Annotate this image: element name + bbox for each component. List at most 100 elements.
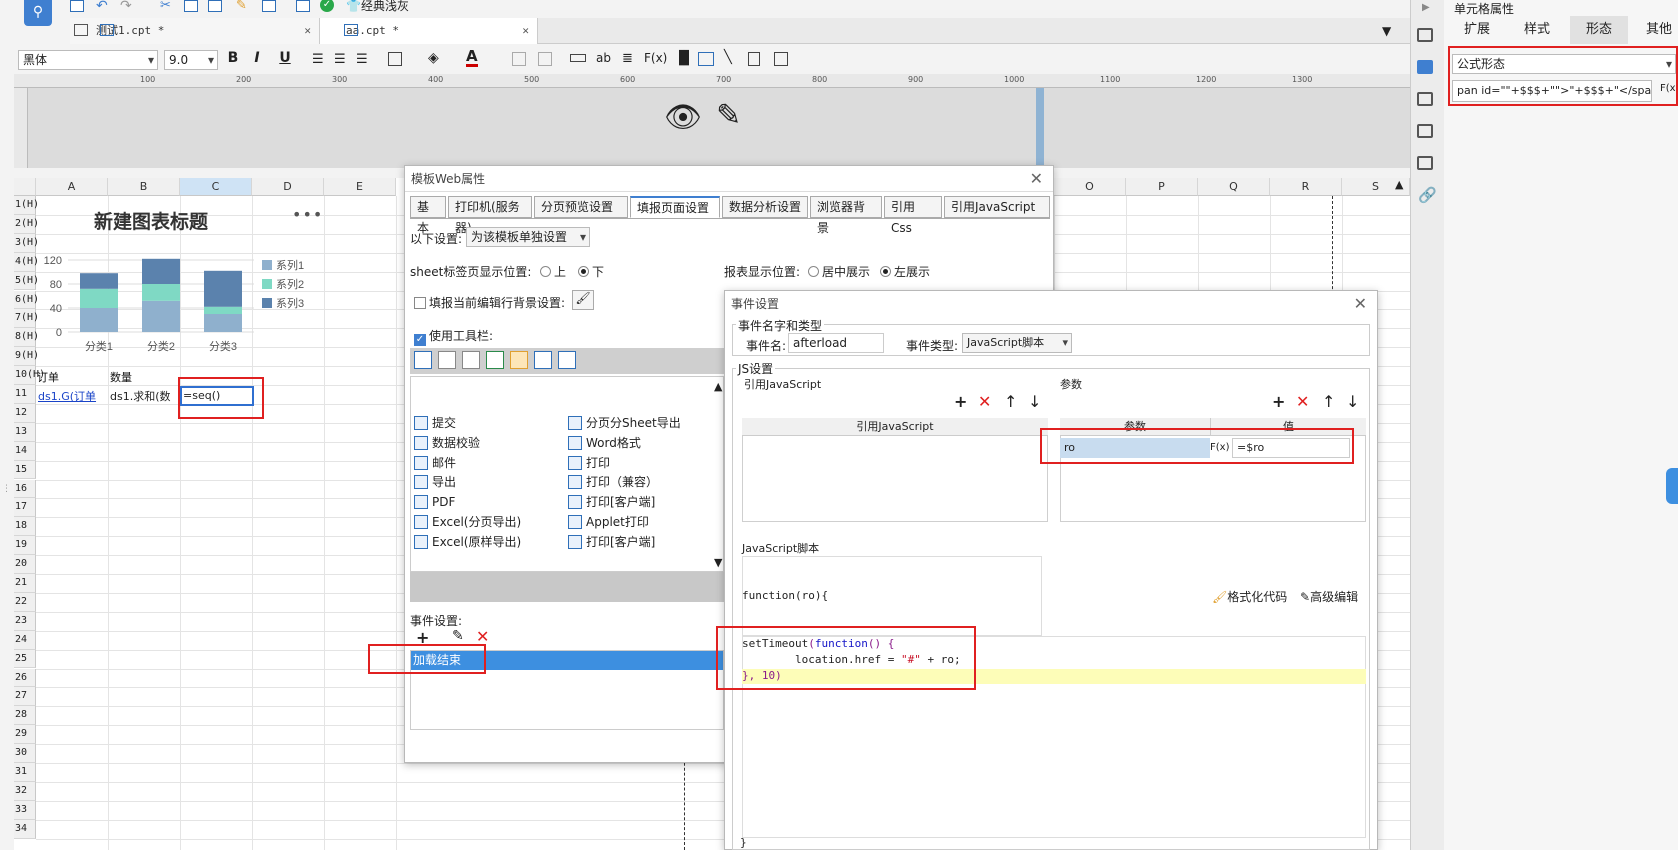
font-size-select[interactable]: 9.0 (164, 50, 218, 70)
cell-b10[interactable]: 数量 (110, 369, 132, 385)
bold-button[interactable]: B (224, 50, 242, 66)
row-header[interactable]: 3(H) (14, 233, 39, 253)
edit-icon[interactable]: ✎ (716, 98, 741, 133)
toolbar-button-item[interactable]: Excel(原样导出) (412, 533, 521, 551)
toolbar-button-item[interactable]: 打印（兼容） (566, 473, 658, 491)
italic-button[interactable]: I (248, 50, 266, 66)
toolbar-button-item[interactable]: PDF (412, 493, 455, 511)
panel-tab[interactable]: 样式 (1508, 16, 1566, 44)
toolbar-button-item[interactable]: 分页分Sheet导出 (566, 414, 681, 432)
column-header[interactable]: R (1270, 178, 1342, 196)
border-icon[interactable] (388, 52, 402, 66)
scroll-up-icon[interactable]: ▲ (1395, 178, 1403, 191)
param-up-icon[interactable]: ↑ (1322, 392, 1335, 411)
radio-top[interactable]: 上 (540, 263, 566, 280)
row-header[interactable]: 7(H) (14, 309, 39, 329)
richtext-icon[interactable]: ≣ (622, 51, 633, 66)
column-header[interactable]: B (108, 178, 180, 196)
redo-icon[interactable]: ↷ (120, 0, 132, 14)
underline-button[interactable]: U (276, 50, 294, 66)
submit-icon[interactable] (414, 351, 432, 369)
align-center-icon[interactable]: ☰ (334, 52, 346, 67)
toolbar-checkbox[interactable]: ✓ 使用工具栏: (414, 327, 493, 346)
window-icon[interactable] (558, 351, 576, 369)
web-tab[interactable]: 填报页面设置 (630, 196, 720, 218)
web-tab[interactable]: 引用Css (884, 196, 942, 235)
event-name-input[interactable]: afterload (788, 333, 884, 353)
column-header[interactable]: P (1126, 178, 1198, 196)
text-icon[interactable]: ab (596, 51, 611, 65)
advanced-edit-button[interactable]: ✎高级编辑 (1300, 588, 1358, 605)
event-type-select[interactable]: JavaScript脚本 (962, 333, 1072, 353)
delete-js-icon[interactable]: ✕ (978, 392, 991, 411)
layout-icon[interactable] (1417, 28, 1433, 42)
bg-checkbox[interactable]: 填报当前编辑行背景设置: (414, 294, 565, 311)
web-tab[interactable]: 基本 (410, 196, 446, 235)
select-all[interactable] (14, 178, 36, 196)
scroll-up-icon[interactable]: ▲ (714, 380, 722, 393)
row-header[interactable]: 32 (14, 781, 36, 801)
unmerge-icon[interactable] (538, 52, 552, 66)
add-param-icon[interactable]: + (1272, 392, 1285, 411)
toolbar-button-item[interactable]: Excel(分页导出) (412, 513, 521, 531)
row-header[interactable]: 1(H) (14, 196, 39, 215)
align-right-icon[interactable]: ☰ (356, 52, 368, 67)
row-header[interactable]: 13 (14, 422, 36, 442)
web-tab[interactable]: 分页预览设置 (534, 196, 628, 218)
check-icon[interactable]: ✓ (320, 0, 334, 12)
expand-icon[interactable]: ▶ (1422, 2, 1430, 13)
widget-icon[interactable] (1417, 124, 1433, 138)
column-header[interactable]: D (252, 178, 324, 196)
column-header[interactable]: O (1054, 178, 1126, 196)
theme-button[interactable]: 👕经典浅灰 (346, 0, 409, 14)
print-icon[interactable] (462, 351, 480, 369)
link-icon[interactable]: 🔗 (1418, 186, 1437, 204)
tab-menu-icon[interactable]: ▼ (1382, 24, 1391, 38)
verify-icon[interactable] (438, 351, 456, 369)
format-code-button[interactable]: 🖌格式化代码 (1212, 588, 1287, 605)
sub-report-icon[interactable] (748, 52, 760, 66)
font-family-select[interactable]: 黑体 (18, 50, 158, 70)
row-header[interactable]: 5(H) (14, 271, 39, 291)
row-header[interactable]: 24 (14, 630, 36, 650)
setting-select[interactable]: 为该模板单独设置 (466, 227, 590, 247)
toolbar-button-item[interactable]: 邮件 (412, 454, 456, 472)
fill-color-icon[interactable]: ◈ (428, 50, 439, 66)
bg-picker-button[interactable]: 🖌 (572, 290, 594, 310)
scroll-down-icon[interactable]: ▼ (714, 556, 722, 569)
condition-icon[interactable] (1417, 156, 1433, 170)
more-icon[interactable]: ••• (292, 205, 323, 224)
cell-b11[interactable]: ds1.求和(数 (110, 388, 180, 404)
copy-icon[interactable] (184, 0, 198, 12)
row-header[interactable]: 9(H) (14, 347, 39, 367)
column-header[interactable]: E (324, 178, 396, 196)
row-header[interactable]: 4(H) (14, 252, 39, 272)
side-tab-handle[interactable] (1666, 468, 1678, 504)
move-up-icon[interactable]: ↑ (1004, 392, 1017, 411)
undo-icon[interactable]: ↶ (96, 0, 108, 14)
toolbar-button-item[interactable]: Word格式 (566, 434, 641, 452)
column-header[interactable]: A (36, 178, 108, 196)
row-header[interactable]: 12 (14, 403, 36, 423)
close-icon[interactable]: ✕ (304, 18, 311, 44)
delete-param-icon[interactable]: ✕ (1296, 392, 1309, 411)
param-down-icon[interactable]: ↓ (1346, 392, 1359, 411)
splitter-handle[interactable]: ⋮ (2, 484, 11, 496)
image-icon[interactable] (698, 52, 714, 66)
row-header[interactable]: 10(H) (14, 366, 45, 385)
row-header[interactable]: 25 (14, 649, 36, 669)
slash-icon[interactable]: ╲ (724, 50, 732, 65)
radio-center[interactable]: 居中展示 (808, 263, 870, 280)
radio-bottom[interactable]: 下 (578, 263, 604, 280)
column-header[interactable]: Q (1198, 178, 1270, 196)
row-header[interactable]: 21 (14, 574, 36, 593)
font-color-icon[interactable]: A (466, 48, 478, 67)
field-icon[interactable] (570, 54, 586, 62)
toolbar-button-item[interactable]: 提交 (412, 414, 456, 432)
row-header[interactable]: 2(H) (14, 214, 39, 234)
row-header[interactable]: 14 (14, 441, 36, 461)
row-header[interactable]: 26 (14, 668, 36, 688)
edit-event-icon[interactable]: ✎ (452, 628, 464, 644)
cell-border-icon[interactable] (774, 52, 788, 66)
save-icon[interactable] (70, 0, 84, 12)
